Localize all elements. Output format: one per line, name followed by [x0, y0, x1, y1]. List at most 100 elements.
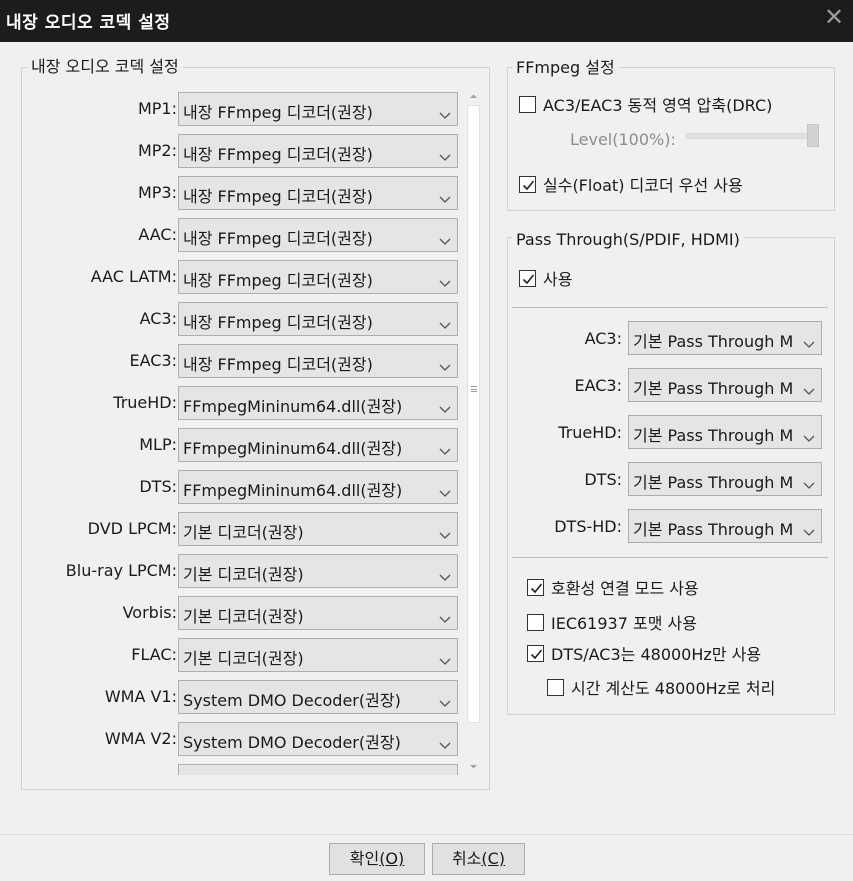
codec-decoder-select[interactable]: 내장 FFmpeg 디코더(권장)	[178, 218, 458, 252]
codec-decoder-select[interactable]: 기본 디코더(권장)	[178, 554, 458, 588]
chevron-down-icon[interactable]	[439, 735, 451, 749]
codec-decoder-select[interactable]: 내장 FFmpeg 디코더(권장)	[178, 92, 458, 126]
chevron-down-icon[interactable]	[439, 609, 451, 623]
chevron-down-icon[interactable]	[439, 357, 451, 371]
passthrough-mode-select[interactable]: 기본 Pass Through M	[628, 368, 822, 402]
codec-decoder-select[interactable]: 내장 FFmpeg 디코더(권장)	[178, 260, 458, 294]
float-checkbox-box[interactable]	[519, 175, 536, 193]
codec-row: FLAC: 기본 디코더(권장)	[22, 638, 464, 672]
codec-decoder-select[interactable]: FFmpegMininum64.dll(권장)	[178, 386, 458, 420]
passthrough-mode-select[interactable]: 기본 Pass Through M	[628, 462, 822, 496]
codec-decoder-select[interactable]: 내장 FFmpeg 디코더(권장)	[178, 176, 458, 210]
passthrough-label: EAC3:	[574, 376, 622, 395]
chevron-down-icon[interactable]	[439, 483, 451, 497]
chevron-down-icon[interactable]	[439, 105, 451, 119]
passthrough-mode-select[interactable]: 기본 Pass Through M	[628, 321, 822, 355]
scroll-thumb[interactable]	[467, 105, 480, 723]
codec-label: AAC LATM:	[90, 267, 177, 286]
codec-decoder-select[interactable]: 기본 디코더(권장)	[178, 512, 458, 546]
codec-decoder-select[interactable]: 기본 디코더(권장)	[178, 596, 458, 630]
drc-checkbox[interactable]: AC3/EAC3 동적 영역 압축(DRC)	[519, 92, 772, 116]
footer-divider	[0, 834, 853, 835]
title-bar: 내장 오디오 코덱 설정 ✕	[0, 0, 853, 42]
passthrough-option-checkbox[interactable]: DTS/AC3는 48000Hz만 사용	[527, 641, 761, 665]
codec-decoder-select[interactable]: 기본 디코더(권장)	[178, 638, 458, 672]
codec-list-scrollbar[interactable]	[466, 88, 481, 775]
codec-decoder-select[interactable]: System DMO Decoder(권장)	[178, 680, 458, 714]
option-checkbox-box[interactable]	[527, 644, 544, 662]
float-decoder-checkbox[interactable]: 실수(Float) 디코더 우선 사용	[519, 172, 743, 196]
chevron-down-icon[interactable]	[803, 428, 815, 442]
codec-decoder-select-value: System DMO Decoder(권장)	[183, 691, 401, 710]
ok-button[interactable]: 확인(O)	[329, 843, 425, 875]
scroll-up-icon[interactable]	[467, 90, 480, 103]
chevron-down-icon[interactable]	[439, 567, 451, 581]
codec-decoder-select[interactable]: 내장 FFmpeg 디코더(권장)	[178, 344, 458, 378]
chevron-down-icon[interactable]	[803, 475, 815, 489]
codec-decoder-select[interactable]: 내장 FFmpeg 디코더(권장)	[178, 302, 458, 336]
scroll-down-icon[interactable]	[467, 760, 480, 773]
scroll-grip-icon	[471, 386, 477, 392]
codec-decoder-select[interactable]: System DMO Decoder(권장)	[178, 722, 458, 756]
drc-checkbox-box[interactable]	[519, 95, 536, 113]
chevron-down-icon[interactable]	[439, 651, 451, 665]
chevron-down-icon[interactable]	[803, 334, 815, 348]
chevron-down-icon[interactable]	[439, 525, 451, 539]
codec-decoder-select[interactable]: FFmpegMininum64.dll(권장)	[178, 428, 458, 462]
chevron-down-icon[interactable]	[439, 147, 451, 161]
passthrough-group-label: Pass Through(S/PDIF, HDMI)	[512, 231, 744, 249]
passthrough-mode-select[interactable]: 기본 Pass Through M	[628, 509, 822, 543]
codec-decoder-select-value: 기본 디코더(권장)	[183, 565, 304, 584]
passthrough-use-checkbox[interactable]: 사용	[519, 266, 572, 290]
chevron-down-icon[interactable]	[439, 231, 451, 245]
chevron-down-icon[interactable]	[439, 693, 451, 707]
chevron-down-icon[interactable]	[439, 315, 451, 329]
codec-row: DTS: FFmpegMininum64.dll(권장)	[22, 470, 464, 504]
codec-row: MLP: FFmpegMininum64.dll(권장)	[22, 428, 464, 462]
passthrough-row: TrueHD: 기본 Pass Through M	[510, 415, 830, 449]
option-checkbox-box[interactable]	[527, 578, 544, 596]
ok-button-label: 확인	[349, 849, 380, 868]
close-icon[interactable]: ✕	[821, 3, 847, 33]
codec-label: MP2:	[137, 141, 177, 160]
codec-decoder-select-value: System DMO Decoder(권장)	[183, 733, 401, 752]
passthrough-option-checkbox[interactable]: IEC61937 포맷 사용	[527, 610, 697, 634]
option-label: 시간 계산도 48000Hz로 처리	[571, 679, 776, 698]
codec-decoder-select-value: 내장 FFmpeg 디코더(권장)	[183, 313, 373, 332]
codec-decoder-select-value: 내장 FFmpeg 디코더(권장)	[183, 355, 373, 374]
codec-decoder-select[interactable]: 내장 FFmpeg 디코더(권장)	[178, 134, 458, 168]
passthrough-mode-select-value: 기본 Pass Through M	[633, 473, 794, 492]
codec-label: AAC:	[138, 225, 177, 244]
passthrough-row: AC3: 기본 Pass Through M	[510, 321, 830, 355]
chevron-down-icon[interactable]	[439, 441, 451, 455]
cancel-button-key: (C)	[481, 849, 506, 868]
passthrough-label: AC3:	[584, 329, 622, 348]
codec-decoder-select[interactable]	[178, 764, 458, 775]
level-slider-thumb[interactable]	[807, 124, 819, 147]
codec-label: AC3:	[139, 309, 177, 328]
passthrough-mode-select-value: 기본 Pass Through M	[633, 379, 794, 398]
codec-label: Vorbis:	[122, 603, 177, 622]
codec-group-label: 내장 오디오 코덱 설정	[27, 58, 183, 76]
use-checkbox-box[interactable]	[519, 269, 536, 287]
chevron-down-icon[interactable]	[803, 381, 815, 395]
level-slider[interactable]	[686, 133, 818, 139]
passthrough-mode-select[interactable]: 기본 Pass Through M	[628, 415, 822, 449]
option-checkbox-box[interactable]	[527, 613, 544, 631]
codec-decoder-select[interactable]: FFmpegMininum64.dll(권장)	[178, 470, 458, 504]
option-checkbox-box[interactable]	[547, 678, 564, 696]
codec-decoder-select-value: FFmpegMininum64.dll(권장)	[183, 397, 403, 416]
codec-decoder-select-value: 기본 디코더(권장)	[183, 649, 304, 668]
passthrough-option-checkbox[interactable]: 호환성 연결 모드 사용	[527, 575, 699, 599]
ffmpeg-group-label: FFmpeg 설정	[512, 59, 619, 77]
chevron-down-icon[interactable]	[439, 273, 451, 287]
ok-button-key: (O)	[379, 849, 405, 868]
passthrough-divider-bottom	[512, 557, 828, 558]
chevron-down-icon[interactable]	[439, 399, 451, 413]
chevron-down-icon[interactable]	[439, 189, 451, 203]
passthrough-option-checkbox[interactable]: 시간 계산도 48000Hz로 처리	[547, 675, 775, 699]
cancel-button[interactable]: 취소(C)	[432, 843, 525, 875]
chevron-down-icon[interactable]	[803, 522, 815, 536]
codec-row: AC3: 내장 FFmpeg 디코더(권장)	[22, 302, 464, 336]
codec-label: Blu-ray LPCM:	[65, 561, 177, 580]
